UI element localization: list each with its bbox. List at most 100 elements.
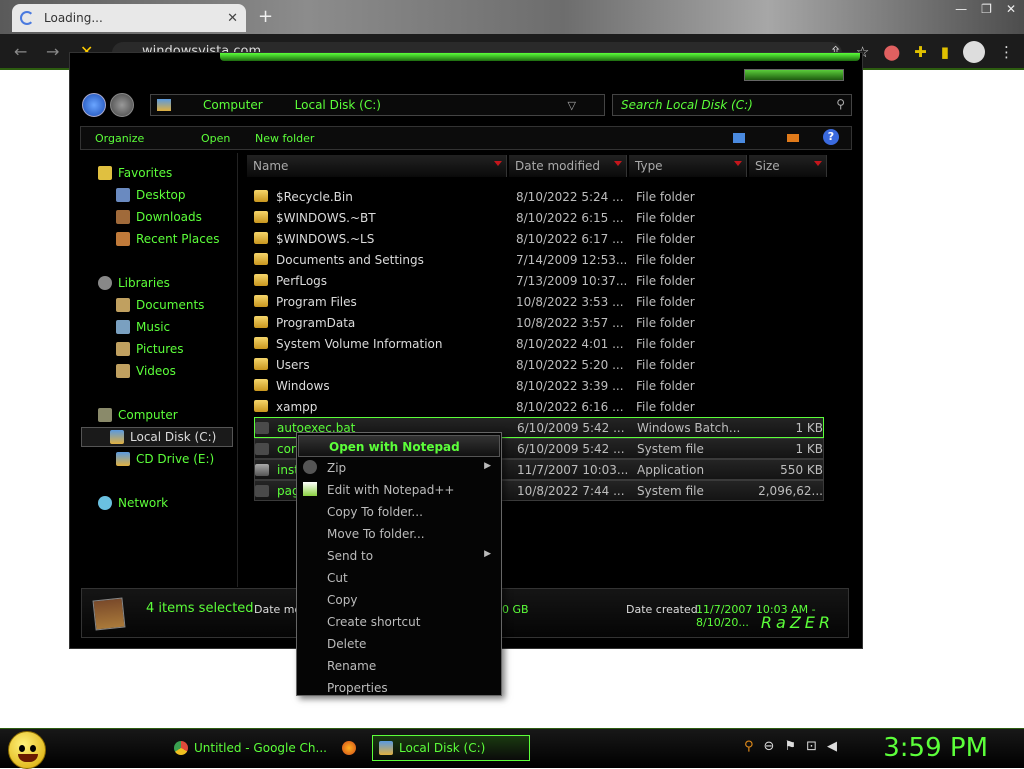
search-box[interactable]: Search Local Disk (C:) ⚲: [612, 94, 852, 116]
menu-edit-notepad-plus[interactable]: Edit with Notepad++: [297, 479, 501, 501]
browser-back-icon[interactable]: ←: [14, 42, 27, 61]
file-row[interactable]: Program Files 10/8/2022 3:53 ... File fold…: [254, 291, 824, 312]
nav-videos[interactable]: Videos: [88, 361, 244, 381]
column-menu-icon[interactable]: [494, 161, 502, 166]
menu-label: Zip: [327, 461, 347, 475]
file-row[interactable]: Users 8/10/2022 5:20 ... File folder: [254, 354, 824, 375]
file-row[interactable]: xampp 8/10/2022 6:16 ... File folder: [254, 396, 824, 417]
menu-delete[interactable]: Delete: [297, 633, 501, 655]
view-icon[interactable]: [733, 133, 745, 143]
menu-copy-to-folder[interactable]: Copy To folder...: [297, 501, 501, 523]
menu-cut[interactable]: Cut: [297, 567, 501, 589]
column-menu-icon[interactable]: [734, 161, 742, 166]
start-button-smiley-icon[interactable]: [8, 731, 46, 769]
menu-open-with-notepad[interactable]: Open with Notepad: [298, 435, 500, 457]
nav-recent-places[interactable]: Recent Places: [88, 229, 244, 249]
address-dropdown-icon[interactable]: ▽: [568, 99, 576, 112]
file-type: File folder: [636, 294, 695, 309]
close-window-icon[interactable]: ✕: [1006, 2, 1016, 16]
column-menu-icon[interactable]: [614, 161, 622, 166]
browser-forward-icon[interactable]: →: [46, 42, 59, 61]
search-tray-icon[interactable]: ⚲: [744, 739, 754, 754]
file-size: 550 KB: [780, 462, 823, 477]
breadcrumb-computer[interactable]: Computer: [203, 98, 263, 112]
file-row[interactable]: PerfLogs 7/13/2009 10:37... File folder: [254, 270, 824, 291]
file-row[interactable]: System Volume Information 8/10/2022 4:01 …: [254, 333, 824, 354]
command-bar: Organize Open New folder ?: [80, 126, 852, 150]
file-row[interactable]: Windows 8/10/2022 3:39 ... File folder: [254, 375, 824, 396]
nav-desktop[interactable]: Desktop: [88, 185, 244, 205]
folder-icon: [254, 295, 268, 307]
nav-cd-drive[interactable]: CD Drive (E:): [88, 449, 244, 469]
menu-rename[interactable]: Rename: [297, 655, 501, 677]
file-row[interactable]: $Recycle.Bin 8/10/2022 5:24 ... File folde…: [254, 186, 824, 207]
column-label: Date modified: [515, 159, 601, 173]
network-tray-icon[interactable]: ⊡: [806, 739, 817, 754]
minimize-icon[interactable]: —: [955, 2, 967, 16]
action-center-flag-icon[interactable]: ⚑: [784, 739, 796, 754]
column-type[interactable]: Type: [629, 155, 747, 177]
nav-pictures[interactable]: Pictures: [88, 339, 244, 359]
nav-label: Network: [118, 496, 169, 510]
volume-icon[interactable]: ◀: [827, 739, 837, 754]
menu-label: Rename: [327, 659, 377, 673]
menu-move-to-folder[interactable]: Move To folder...: [297, 523, 501, 545]
system-file-icon: [255, 443, 269, 455]
restore-icon[interactable]: ❐: [981, 2, 992, 16]
tab-close-icon[interactable]: ✕: [227, 11, 238, 26]
new-tab-button[interactable]: +: [258, 6, 273, 27]
nav-downloads[interactable]: Downloads: [88, 207, 244, 227]
nav-label: Recent Places: [136, 232, 220, 246]
menu-create-shortcut[interactable]: Create shortcut: [297, 611, 501, 633]
extensions-puzzle-icon[interactable]: ✚: [914, 43, 927, 61]
file-type: File folder: [636, 378, 695, 393]
nav-local-disk[interactable]: Local Disk (C:): [81, 427, 233, 447]
menu-send-to[interactable]: Send to ▶: [297, 545, 501, 567]
menu-copy[interactable]: Copy: [297, 589, 501, 611]
file-name: $Recycle.Bin: [276, 189, 353, 204]
nav-favorites[interactable]: Favorites: [88, 163, 244, 183]
taskbar-clock[interactable]: 3:59 PM: [883, 733, 988, 763]
nav-libraries[interactable]: Libraries: [88, 273, 244, 293]
nav-documents[interactable]: Documents: [88, 295, 244, 315]
column-menu-icon[interactable]: [814, 161, 822, 166]
organize-button[interactable]: Organize: [95, 132, 144, 145]
minus-tray-icon[interactable]: ⊖: [764, 739, 775, 754]
explorer-navbar: Computer Local Disk (C:) ▽ Search Local …: [80, 91, 854, 121]
column-date-modified[interactable]: Date modified: [509, 155, 627, 177]
taskbar-chrome[interactable]: Untitled - Google Ch...: [168, 735, 328, 761]
file-row[interactable]: $WINDOWS.~BT 8/10/2022 6:15 ... File folde…: [254, 207, 824, 228]
back-button[interactable]: [82, 93, 106, 117]
open-button[interactable]: Open: [201, 132, 230, 145]
file-date: 11/7/2007 10:03...: [517, 462, 629, 477]
nav-computer[interactable]: Computer: [88, 405, 244, 425]
sidebar-icon[interactable]: ▮: [941, 43, 949, 61]
column-size[interactable]: Size: [749, 155, 827, 177]
menu-label: Copy To folder...: [327, 505, 423, 519]
menu-zip[interactable]: Zip ▶: [297, 457, 501, 479]
file-row[interactable]: ProgramData 10/8/2022 3:57 ... File folder: [254, 312, 824, 333]
search-icon[interactable]: ⚲: [836, 97, 845, 111]
nav-music[interactable]: Music: [88, 317, 244, 337]
forward-button[interactable]: [110, 93, 134, 117]
file-row[interactable]: Documents and Settings 7/14/2009 12:53...…: [254, 249, 824, 270]
explorer-address-bar[interactable]: Computer Local Disk (C:) ▽: [150, 94, 605, 116]
taskbar-explorer[interactable]: Local Disk (C:): [372, 735, 530, 761]
extension-flag-icon[interactable]: ⬤: [883, 43, 900, 61]
taskbar-firefox[interactable]: [336, 735, 366, 761]
breadcrumb-local-disk[interactable]: Local Disk (C:): [295, 98, 381, 112]
preview-pane-icon[interactable]: [787, 134, 799, 142]
pictures-icon: [116, 342, 130, 356]
profile-avatar[interactable]: [963, 41, 985, 63]
file-date: 8/10/2022 6:17 ...: [516, 231, 624, 246]
browser-tab[interactable]: Loading... ✕: [12, 4, 246, 32]
nav-network[interactable]: Network: [88, 493, 244, 513]
help-icon[interactable]: ?: [823, 129, 839, 145]
file-date: 8/10/2022 3:39 ...: [516, 378, 624, 393]
new-folder-button[interactable]: New folder: [255, 132, 314, 145]
file-row[interactable]: $WINDOWS.~LS 8/10/2022 6:17 ... File folde…: [254, 228, 824, 249]
column-name[interactable]: Name: [247, 155, 507, 177]
browser-menu-icon[interactable]: ⋮: [999, 43, 1014, 61]
window-caption-buttons[interactable]: [744, 69, 844, 81]
menu-properties[interactable]: Properties: [297, 677, 501, 699]
